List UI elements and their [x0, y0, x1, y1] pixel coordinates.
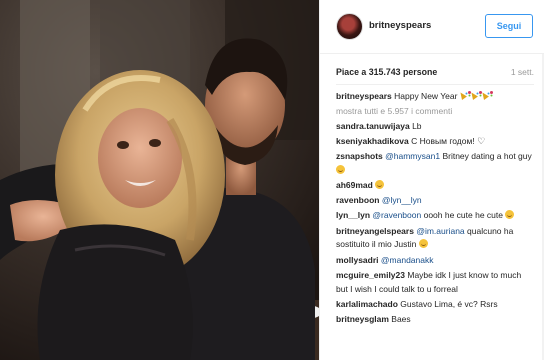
comment-caption: britneyspears Happy New Year	[336, 90, 534, 104]
comment-username[interactable]: mollysadri	[336, 255, 379, 265]
comment-username[interactable]: britneyangelspears	[336, 226, 414, 236]
comment-text: Gustavo Lima, é vc? Rsrs	[400, 298, 498, 309]
party-popper-icon	[484, 91, 493, 100]
comment-mention[interactable]: @lyn__lyn	[382, 195, 422, 205]
crying-emoji-icon	[418, 239, 428, 249]
comment-username[interactable]: ravenboon	[336, 195, 379, 205]
post-header: britneyspears Segui	[320, 0, 544, 54]
comment-text: С Новым годом!	[411, 135, 475, 146]
smirk-emoji-icon	[336, 164, 345, 174]
comment-username[interactable]: sandra.tanuwijaya	[336, 121, 410, 131]
grinning-sweat-emoji-icon	[375, 180, 385, 190]
comment-mention[interactable]: @hammysan1	[385, 151, 440, 161]
load-more-comments-link[interactable]: mostra tutti e 5.957 i commenti	[336, 105, 534, 118]
comment-username[interactable]: ah69mad	[336, 180, 373, 190]
smiling-blush-emoji-icon	[505, 210, 515, 220]
comment-item: ravenboon @lyn__lyn	[336, 194, 534, 208]
comment-mention[interactable]: @im.auriana	[416, 226, 464, 236]
comment-username[interactable]: zsnapshots	[336, 151, 383, 161]
divider	[336, 84, 534, 85]
comment-mention[interactable]: @mandanakk	[381, 255, 434, 265]
heart-outline-icon: ♡	[477, 135, 486, 146]
profile-avatar[interactable]	[336, 13, 363, 40]
comments-list: britneyspears Happy New Year mostra tutt…	[336, 90, 534, 328]
comment-text: oooh he cute he cute	[423, 210, 503, 221]
comment-username[interactable]: lyn__lyn	[336, 210, 370, 220]
follow-button[interactable]: Segui	[485, 14, 533, 38]
comment-item: mollysadri @mandanakk	[336, 254, 534, 268]
comment-item: mcguire_emily23 Maybe idk I just know to…	[336, 269, 534, 297]
comment-text: Britney dating a hot guy	[442, 151, 532, 162]
likes-count[interactable]: Piace a 315.743 persone	[336, 67, 437, 77]
likes-row: Piace a 315.743 persone 1 sett.	[336, 67, 534, 81]
comment-username[interactable]: britneyspears	[336, 91, 392, 101]
post-panel: britneyspears Segui Piace a 315.743 pers…	[319, 0, 544, 360]
comment-item: ah69mad	[336, 179, 534, 193]
comment-item: britneyangelspears @im.auriana qualcuno …	[336, 225, 534, 253]
post-username[interactable]: britneyspears	[369, 20, 431, 31]
post-photo-illustration	[0, 0, 319, 360]
comment-text: Lb	[412, 120, 422, 131]
comment-username[interactable]: britneysglam	[336, 314, 389, 324]
comment-mention[interactable]: @ravenboon	[372, 210, 421, 220]
comment-username[interactable]: karlalimachado	[336, 299, 398, 309]
comment-item: sandra.tanuwijaya Lb	[336, 120, 534, 134]
comment-username[interactable]: kseniyakhadikova	[336, 136, 409, 146]
comment-text: Baes	[391, 313, 411, 324]
comment-username[interactable]: mcguire_emily23	[336, 270, 405, 280]
post-photo[interactable]	[0, 0, 319, 360]
comment-item: zsnapshots @hammysan1 Britney dating a h…	[336, 150, 534, 178]
post-time[interactable]: 1 sett.	[511, 67, 534, 77]
comment-item: kseniyakhadikova С Новым годом! ♡	[336, 135, 534, 149]
comment-item: lyn__lyn @ravenboon oooh he cute he cute	[336, 209, 534, 223]
comment-item: britneysglam Baes	[336, 313, 534, 327]
comment-text: Happy New Year	[394, 91, 458, 101]
comment-item: karlalimachado Gustavo Lima, é vc? Rsrs	[336, 298, 534, 312]
